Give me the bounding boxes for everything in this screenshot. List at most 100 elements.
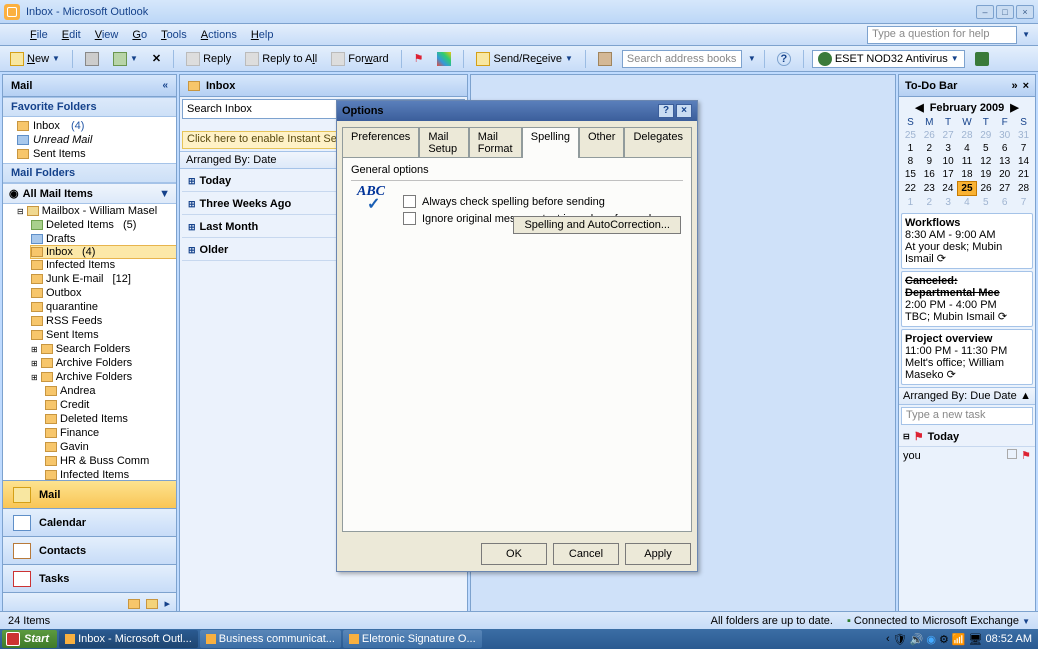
- nav-mail-button[interactable]: Mail: [3, 480, 176, 508]
- cal-day-28[interactable]: 28: [1014, 182, 1033, 196]
- task-item-you[interactable]: you⚑: [899, 447, 1035, 464]
- cal-day-23[interactable]: 23: [920, 182, 939, 196]
- dialog-close-button[interactable]: ×: [676, 104, 692, 118]
- subfolder-finance[interactable]: Finance: [45, 426, 176, 440]
- cal-day-26[interactable]: 26: [976, 182, 995, 196]
- fav-inbox[interactable]: Inbox (4): [3, 119, 176, 133]
- start-button[interactable]: Start: [2, 630, 57, 648]
- menu-edit[interactable]: Edit: [56, 27, 87, 43]
- spelling-autocorrection-button[interactable]: Spelling and AutoCorrection...: [513, 216, 681, 234]
- nav-collapse-icon[interactable]: «: [162, 80, 168, 91]
- new-button[interactable]: New▼: [6, 51, 64, 67]
- taskbar-task[interactable]: Inbox - Microsoft Outl...: [59, 630, 198, 648]
- folder-sent-items[interactable]: Sent Items: [31, 328, 176, 342]
- favorite-folders-header[interactable]: Favorite Folders: [3, 97, 176, 117]
- cal-day-27[interactable]: 27: [995, 182, 1014, 196]
- help-search-input[interactable]: Type a question for help: [867, 26, 1017, 44]
- forward-button[interactable]: Forward: [327, 51, 392, 67]
- todo-collapse-icon[interactable]: »: [1011, 80, 1017, 92]
- task-arranged-by[interactable]: Arranged By: Due Date▲: [899, 387, 1035, 405]
- subfolder-andrea[interactable]: Andrea: [45, 384, 176, 398]
- prev-month-icon[interactable]: ◀: [915, 101, 923, 114]
- subfolder-infected-items[interactable]: Infected Items: [45, 468, 176, 480]
- menu-view[interactable]: View: [89, 27, 125, 43]
- reply-button[interactable]: Reply: [182, 51, 235, 67]
- nav-calendar-button[interactable]: Calendar: [3, 508, 176, 536]
- cal-day-21[interactable]: 21: [1014, 168, 1033, 182]
- appointment[interactable]: Project overview11:00 PM - 11:30 PMMelt'…: [901, 329, 1033, 385]
- cal-day-1[interactable]: 1: [901, 196, 920, 210]
- cal-day-31[interactable]: 31: [1014, 129, 1033, 142]
- subfolder-hr-buss-comm[interactable]: HR & Buss Comm: [45, 454, 176, 468]
- menu-go[interactable]: Go: [126, 27, 153, 43]
- subfolder-credit[interactable]: Credit: [45, 398, 176, 412]
- send-receive-button[interactable]: Send/Receive▼: [472, 51, 576, 67]
- folder-junk-e-mail[interactable]: Junk E-mail [12]: [31, 272, 176, 286]
- cal-day-4[interactable]: 4: [958, 196, 977, 210]
- cal-day-19[interactable]: 19: [976, 168, 995, 182]
- appointment[interactable]: Canceled: Departmental Mee2:00 PM - 4:00…: [901, 271, 1033, 327]
- calendar-grid[interactable]: SMTWTFS252627282930311234567891011121314…: [901, 116, 1033, 209]
- all-mail-items[interactable]: ◉All Mail Items▼: [3, 184, 176, 204]
- folder-search-folders[interactable]: ⊞Search Folders: [31, 342, 176, 356]
- close-button[interactable]: ×: [1016, 5, 1034, 19]
- cal-day-6[interactable]: 6: [995, 196, 1014, 210]
- subfolder-gavin[interactable]: Gavin: [45, 440, 176, 454]
- cal-day-1[interactable]: 1: [901, 142, 920, 155]
- tab-mail-setup[interactable]: Mail Setup: [419, 127, 468, 158]
- cal-day-25[interactable]: 25: [901, 129, 920, 142]
- dialog-help-button[interactable]: ?: [658, 104, 674, 118]
- cal-day-16[interactable]: 16: [920, 168, 939, 182]
- new-task-input[interactable]: Type a new task: [901, 407, 1033, 425]
- tab-other[interactable]: Other: [579, 127, 625, 158]
- menu-help[interactable]: Help: [245, 27, 280, 43]
- cal-day-3[interactable]: 3: [939, 142, 958, 155]
- folder-infected-items[interactable]: Infected Items: [31, 258, 176, 272]
- checkbox-ignore-original[interactable]: [403, 212, 416, 225]
- cal-day-11[interactable]: 11: [958, 155, 977, 168]
- mail-folders-header[interactable]: Mail Folders: [3, 163, 176, 183]
- delete-button[interactable]: ✕: [148, 51, 165, 66]
- task-group-today[interactable]: ⊟⚑Today: [899, 427, 1035, 447]
- nav-tasks-button[interactable]: Tasks: [3, 564, 176, 592]
- fav-unread[interactable]: Unread Mail: [3, 133, 176, 147]
- cancel-button[interactable]: Cancel: [553, 543, 619, 565]
- reply-all-button[interactable]: Reply to All: [241, 51, 321, 67]
- cal-day-20[interactable]: 20: [995, 168, 1014, 182]
- cal-day-27[interactable]: 27: [939, 129, 958, 142]
- apply-button[interactable]: Apply: [625, 543, 691, 565]
- cal-day-29[interactable]: 29: [976, 129, 995, 142]
- cal-day-2[interactable]: 2: [920, 196, 939, 210]
- always-check-spelling-option[interactable]: Always check spelling before sending: [403, 195, 683, 208]
- cal-day-12[interactable]: 12: [976, 155, 995, 168]
- cal-day-8[interactable]: 8: [901, 155, 920, 168]
- flag-icon[interactable]: ⚑: [410, 51, 428, 66]
- search-addressbook-input[interactable]: Search address books: [622, 50, 742, 68]
- cal-day-6[interactable]: 6: [995, 142, 1014, 155]
- cal-day-22[interactable]: 22: [901, 182, 920, 196]
- month-label[interactable]: February 2009: [930, 102, 1005, 114]
- folder-outbox[interactable]: Outbox: [31, 286, 176, 300]
- maximize-button[interactable]: □: [996, 5, 1014, 19]
- tab-spelling[interactable]: Spelling: [522, 127, 579, 158]
- cal-day-3[interactable]: 3: [939, 196, 958, 210]
- cal-day-7[interactable]: 7: [1014, 196, 1033, 210]
- tab-delegates[interactable]: Delegates: [624, 127, 692, 158]
- shortcuts-icon[interactable]: [146, 599, 158, 609]
- print-button[interactable]: [81, 51, 103, 67]
- folder-quarantine[interactable]: quarantine: [31, 300, 176, 314]
- taskbar-task[interactable]: Eletronic Signature O...: [343, 630, 482, 648]
- dialog-title-bar[interactable]: Options ?×: [337, 101, 697, 121]
- cal-day-9[interactable]: 9: [920, 155, 939, 168]
- fav-sent[interactable]: Sent Items: [3, 147, 176, 161]
- menu-file[interactable]: File: [24, 27, 54, 43]
- connection-status[interactable]: ▪ Connected to Microsoft Exchange ▼: [847, 615, 1030, 627]
- cal-day-13[interactable]: 13: [995, 155, 1014, 168]
- addressbook-button[interactable]: [594, 51, 616, 67]
- folder-inbox[interactable]: Inbox (4): [30, 245, 176, 259]
- cal-day-18[interactable]: 18: [958, 168, 977, 182]
- ok-button[interactable]: OK: [481, 543, 547, 565]
- cal-day-14[interactable]: 14: [1014, 155, 1033, 168]
- move-button[interactable]: ▼: [109, 51, 142, 67]
- cal-day-2[interactable]: 2: [920, 142, 939, 155]
